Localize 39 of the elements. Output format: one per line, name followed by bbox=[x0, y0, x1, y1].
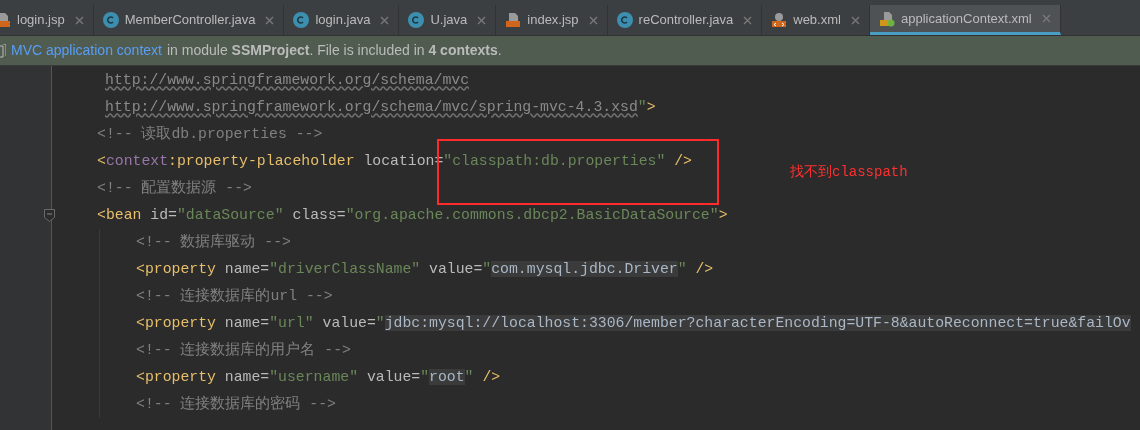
close-icon[interactable] bbox=[265, 15, 275, 25]
annotation-note: 找不到classpath bbox=[790, 163, 908, 182]
code-line: <property name="username" value="root" /> bbox=[136, 368, 501, 388]
class-icon bbox=[408, 12, 425, 28]
close-icon[interactable] bbox=[74, 15, 84, 25]
editor-tab[interactable]: MemberController.java bbox=[93, 5, 285, 35]
close-icon[interactable] bbox=[380, 15, 390, 25]
jsp-file-icon bbox=[505, 12, 522, 28]
info-text: in module SSMProject. File is included in 4 contexts. bbox=[166, 41, 502, 60]
documents-icon bbox=[0, 43, 6, 58]
code-line: <property name="url" value="jdbc:mysql://localhost:3306/member?characterEncoding=UTF-8&autoReconnect=true&failOv bbox=[136, 314, 1131, 334]
code-line: <!-- 连接数据库的密码 --> bbox=[136, 394, 336, 415]
code-line: <property name="driverClassName" value="com.mysql.jdbc.Driver" /> bbox=[136, 260, 714, 280]
editor-tab[interactable]: login.jsp bbox=[0, 5, 94, 35]
code-line: <!-- 数据库驱动 --> bbox=[136, 232, 291, 253]
web-file-icon bbox=[771, 12, 788, 28]
close-icon[interactable] bbox=[588, 15, 598, 25]
close-icon[interactable] bbox=[743, 15, 753, 25]
fold-icon[interactable] bbox=[44, 209, 55, 222]
close-icon[interactable] bbox=[850, 15, 860, 25]
editor-tab[interactable]: applicationContext.xml bbox=[869, 5, 1061, 35]
class-icon bbox=[102, 12, 119, 28]
editor-tab[interactable]: U.java bbox=[399, 5, 497, 35]
class-icon bbox=[293, 12, 310, 28]
code-line: http://www.springframework.org/schema/mvc/spring-mvc-4.3.xsd"> bbox=[104, 98, 656, 118]
editor-tab[interactable]: reController.java bbox=[607, 5, 763, 35]
code-line: <!-- 连接数据库的用户名 --> bbox=[136, 340, 351, 361]
code-line: http://www.springframework.org/schema/mvc bbox=[104, 71, 470, 91]
code-line: <!-- 连接数据库的url --> bbox=[136, 286, 333, 307]
xml-file-icon bbox=[878, 10, 895, 27]
close-icon[interactable] bbox=[477, 15, 487, 25]
class-icon bbox=[616, 12, 633, 28]
code-line: <!-- 配置数据源 --> bbox=[97, 179, 252, 199]
editor-tab[interactable]: index.jsp bbox=[496, 5, 608, 35]
editor-tab[interactable]: web.xml bbox=[762, 5, 870, 35]
editor-tab[interactable]: login.java bbox=[284, 5, 400, 35]
code-line: <!-- 读取db.properties --> bbox=[97, 124, 323, 145]
code-line: <bean id="dataSource" class="org.apache.commons.dbcp2.BasicDataSource"> bbox=[97, 206, 728, 226]
close-icon[interactable] bbox=[1041, 14, 1051, 23]
